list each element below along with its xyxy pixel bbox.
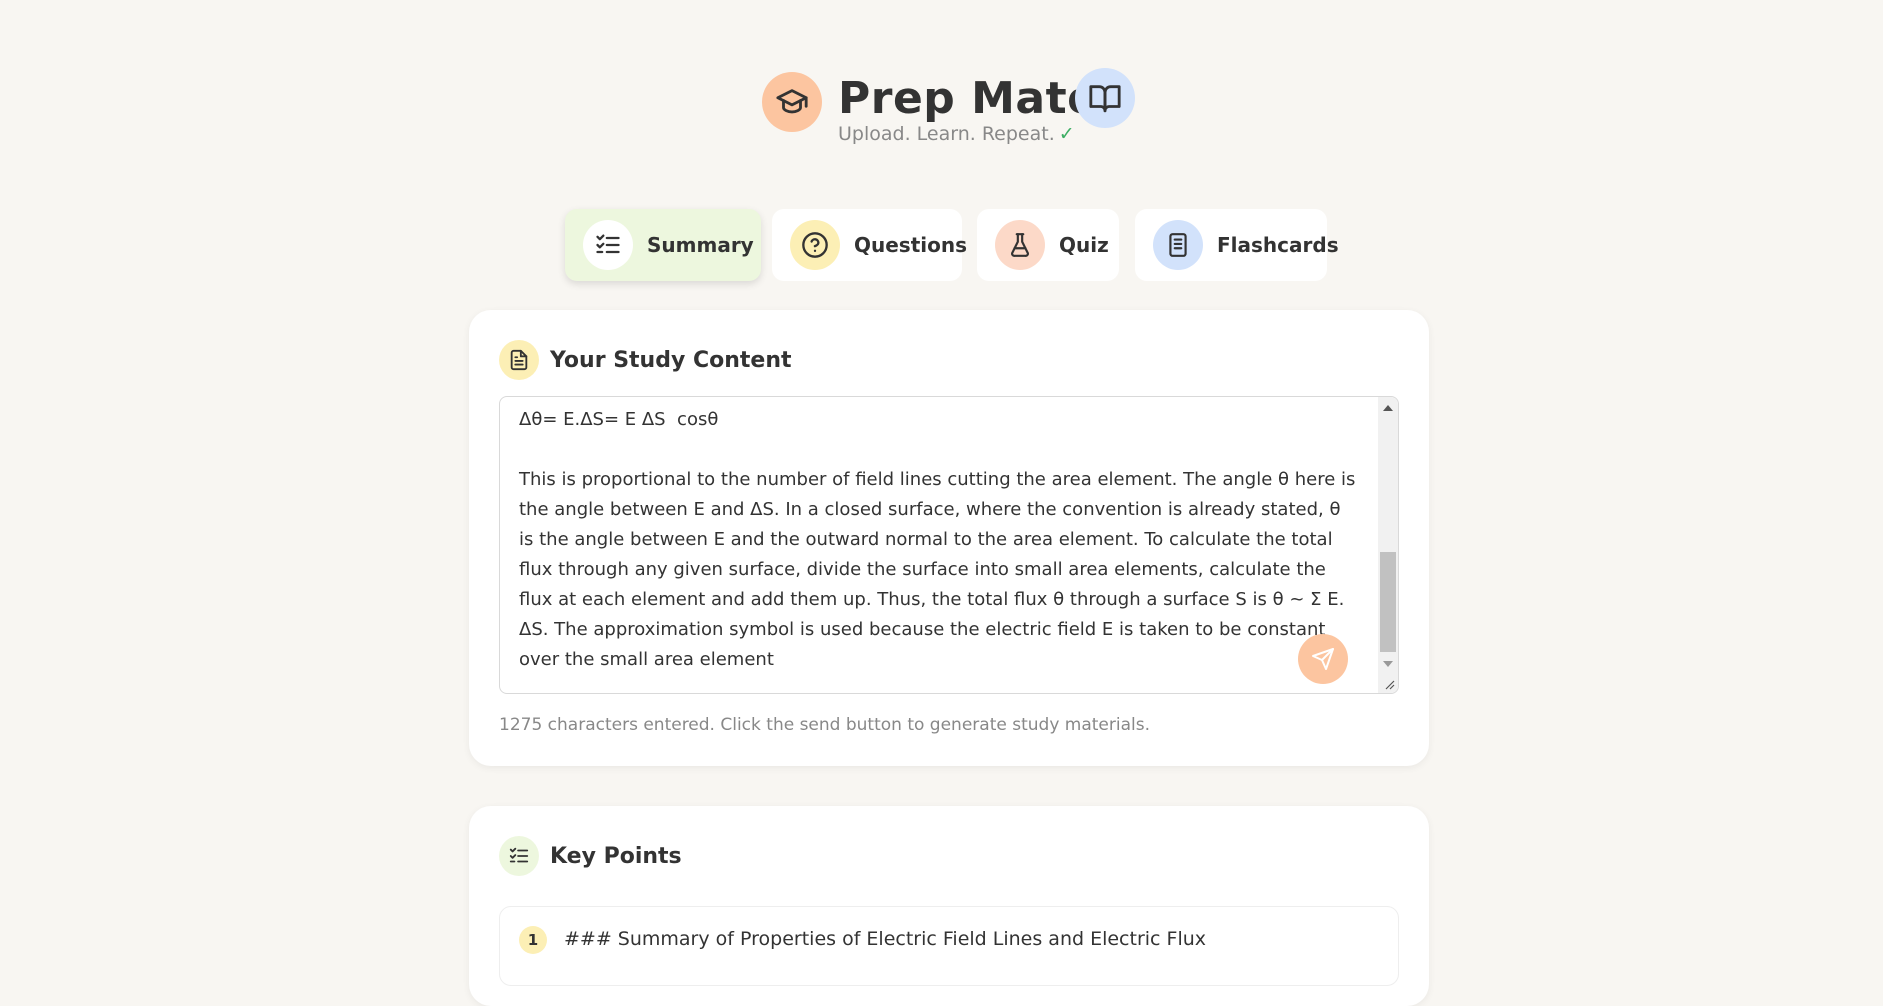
open-book-icon — [1075, 68, 1135, 128]
tab-flashcards[interactable]: Flashcards — [1135, 209, 1339, 281]
document-icon — [499, 340, 539, 380]
study-content-header: Your Study Content — [499, 340, 792, 380]
study-content-text[interactable]: Δθ= E.ΔS= E ΔS cosθ This is proportional… — [519, 405, 1359, 675]
key-points-header: Key Points — [499, 836, 682, 876]
key-points-card: Key Points 1 ### Summary of Properties o… — [469, 806, 1429, 1006]
send-button[interactable] — [1298, 634, 1348, 684]
tagline-text: Upload. Learn. Repeat. — [838, 123, 1055, 145]
key-point-text: ### Summary of Properties of Electric Fi… — [564, 928, 1207, 950]
tab-questions-label: Questions — [854, 233, 968, 257]
app-header: Prep Mate Upload. Learn. Repeat. ✓ — [0, 66, 1883, 156]
study-content-title: Your Study Content — [550, 347, 792, 373]
tab-quiz[interactable]: Quiz — [977, 209, 1119, 281]
tagline: Upload. Learn. Repeat. ✓ — [838, 123, 1075, 145]
send-icon — [1312, 648, 1334, 670]
app-title: Prep Mate — [838, 73, 1098, 124]
scroll-thumb[interactable] — [1380, 552, 1396, 652]
textarea-scrollbar[interactable] — [1378, 397, 1398, 693]
notebook-icon — [1153, 220, 1203, 270]
tab-flashcards-label: Flashcards — [1217, 233, 1339, 257]
checklist-icon — [583, 220, 633, 270]
character-count: 1275 characters entered. Click the send … — [499, 715, 1150, 735]
checklist-icon — [499, 836, 539, 876]
study-content-textarea[interactable]: Δθ= E.ΔS= E ΔS cosθ This is proportional… — [499, 396, 1399, 694]
key-point-item: 1 ### Summary of Properties of Electric … — [499, 906, 1399, 986]
tab-summary[interactable]: Summary — [565, 209, 761, 281]
tab-questions[interactable]: Questions — [772, 209, 967, 281]
scroll-up-arrow-icon[interactable] — [1383, 405, 1393, 411]
tab-summary-label: Summary — [647, 233, 754, 257]
tab-quiz-label: Quiz — [1059, 233, 1109, 257]
key-points-title: Key Points — [550, 843, 682, 869]
flask-icon — [995, 220, 1045, 270]
study-content-card: Your Study Content Δθ= E.ΔS= E ΔS cosθ T… — [469, 310, 1429, 766]
key-point-number: 1 — [519, 926, 547, 954]
check-icon: ✓ — [1058, 123, 1075, 145]
question-circle-icon — [790, 220, 840, 270]
tab-bar: Summary Questions Quiz Flashcards — [0, 209, 1883, 281]
graduation-cap-icon — [762, 72, 822, 132]
resize-grip-icon[interactable] — [1383, 678, 1395, 690]
scroll-down-arrow-icon[interactable] — [1383, 661, 1393, 667]
